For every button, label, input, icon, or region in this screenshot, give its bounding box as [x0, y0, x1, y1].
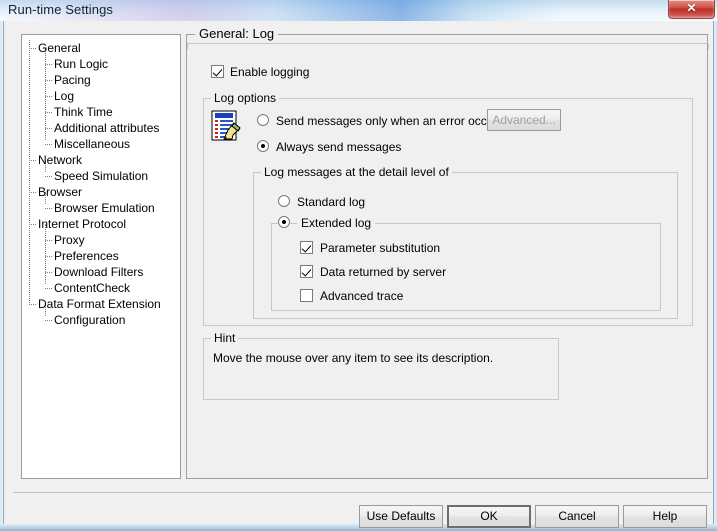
use-defaults-button[interactable]: Use Defaults	[359, 505, 443, 528]
close-icon: ✕	[686, 1, 697, 15]
radio-extended-log-label[interactable]: Extended log	[297, 217, 376, 230]
close-button[interactable]: ✕	[668, 0, 715, 19]
runtime-settings-window: Run-time Settings ✕ General Run Logic Paci…	[0, 0, 717, 531]
help-button[interactable]: Help	[623, 505, 707, 528]
ok-button[interactable]: OK	[447, 505, 531, 528]
dialog-button-bar: Use Defaults OK Cancel Help	[4, 21, 715, 528]
window-titlebar: Run-time Settings ✕	[0, 0, 717, 21]
window-title: Run-time Settings	[8, 2, 114, 17]
cancel-button[interactable]: Cancel	[535, 505, 619, 528]
radio-extended-log[interactable]	[278, 216, 290, 228]
dialog-client-area: General Run Logic Pacing Log Think Time Addit…	[3, 21, 715, 528]
